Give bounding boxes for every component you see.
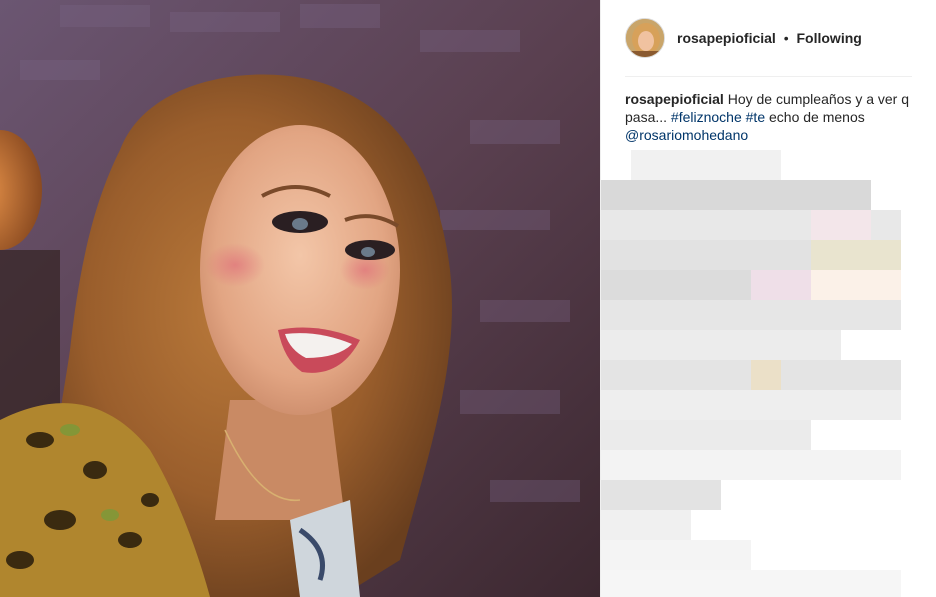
selfie-image	[0, 0, 600, 597]
separator-dot: •	[783, 30, 789, 46]
avatar[interactable]	[625, 18, 665, 58]
post-header: rosapepioficial • Following	[625, 17, 916, 59]
header-divider	[625, 76, 912, 77]
pixelated-placeholder	[601, 150, 936, 597]
mention-link[interactable]: @rosariomohedano	[625, 127, 748, 143]
hashtag-link-te[interactable]: #te	[746, 109, 765, 125]
header-text: rosapepioficial • Following	[677, 30, 862, 46]
caption-username-link[interactable]: rosapepioficial	[625, 91, 724, 107]
caption-text-2: echo de menos	[765, 109, 865, 125]
avatar-image	[626, 19, 664, 57]
post-photo[interactable]	[0, 0, 600, 597]
following-button[interactable]: Following	[797, 30, 862, 46]
post-sidebar: rosapepioficial • Following rosapepiofic…	[600, 0, 936, 597]
hashtag-link-feliznoche[interactable]: #feliznoche	[671, 109, 742, 125]
post-caption: rosapepioficial Hoy de cumpleaños y a ve…	[625, 90, 915, 144]
pixelated-comments-area	[601, 150, 936, 597]
username-link[interactable]: rosapepioficial	[677, 30, 776, 46]
